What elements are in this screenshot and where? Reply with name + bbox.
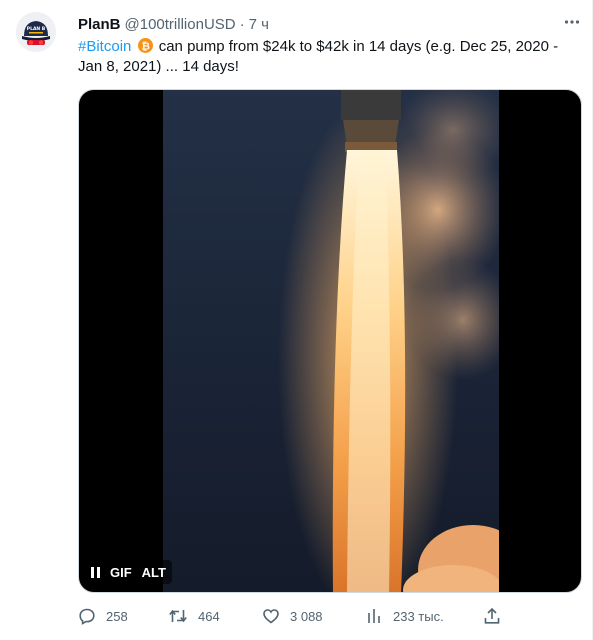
author-name[interactable]: PlanB <box>78 16 121 33</box>
retweet-button[interactable]: 464 <box>168 605 220 627</box>
bitcoin-icon: ₿ <box>137 38 153 53</box>
more-button[interactable] <box>562 14 582 34</box>
timestamp[interactable]: 7 ч <box>249 16 269 33</box>
reply-icon <box>78 607 106 625</box>
more-icon <box>563 13 581 36</box>
separator: · <box>239 15 245 33</box>
share-button[interactable] <box>483 605 511 627</box>
tweet-text: #Bitcoin ₿ can pump from $24k to $42k in… <box>78 37 578 77</box>
tweet-card[interactable]: PLAN B PlanB @100trillionUSD · 7 ч #Bitc… <box>0 0 593 640</box>
media-gif[interactable]: GIF ALT <box>78 89 582 593</box>
views-icon <box>367 607 393 625</box>
svg-text:₿: ₿ <box>141 40 150 52</box>
pause-icon[interactable] <box>91 566 100 578</box>
share-icon <box>483 607 511 625</box>
tweet-actions: 258 464 3 088 233 тыс. <box>78 605 502 627</box>
gif-controls: GIF ALT <box>85 560 172 584</box>
rocket-launch-image <box>163 90 499 592</box>
avatar-logo-text: PLAN B <box>27 26 46 32</box>
views-count: 233 тыс. <box>393 608 444 624</box>
heart-icon <box>262 607 290 625</box>
hashtag-link[interactable]: #Bitcoin <box>78 38 131 55</box>
like-count: 3 088 <box>290 608 323 624</box>
tweet-header: PlanB @100trillionUSD · 7 ч <box>78 14 269 34</box>
avatar[interactable]: PLAN B <box>16 12 56 52</box>
views-button[interactable]: 233 тыс. <box>367 605 444 627</box>
retweet-icon <box>168 607 198 625</box>
gif-badge: GIF <box>110 564 132 580</box>
reply-count: 258 <box>106 608 128 624</box>
alt-button[interactable]: ALT <box>142 565 166 580</box>
author-handle[interactable]: @100trillionUSD <box>125 16 236 33</box>
retweet-count: 464 <box>198 608 220 624</box>
reply-button[interactable]: 258 <box>78 605 128 627</box>
like-button[interactable]: 3 088 <box>262 605 323 627</box>
